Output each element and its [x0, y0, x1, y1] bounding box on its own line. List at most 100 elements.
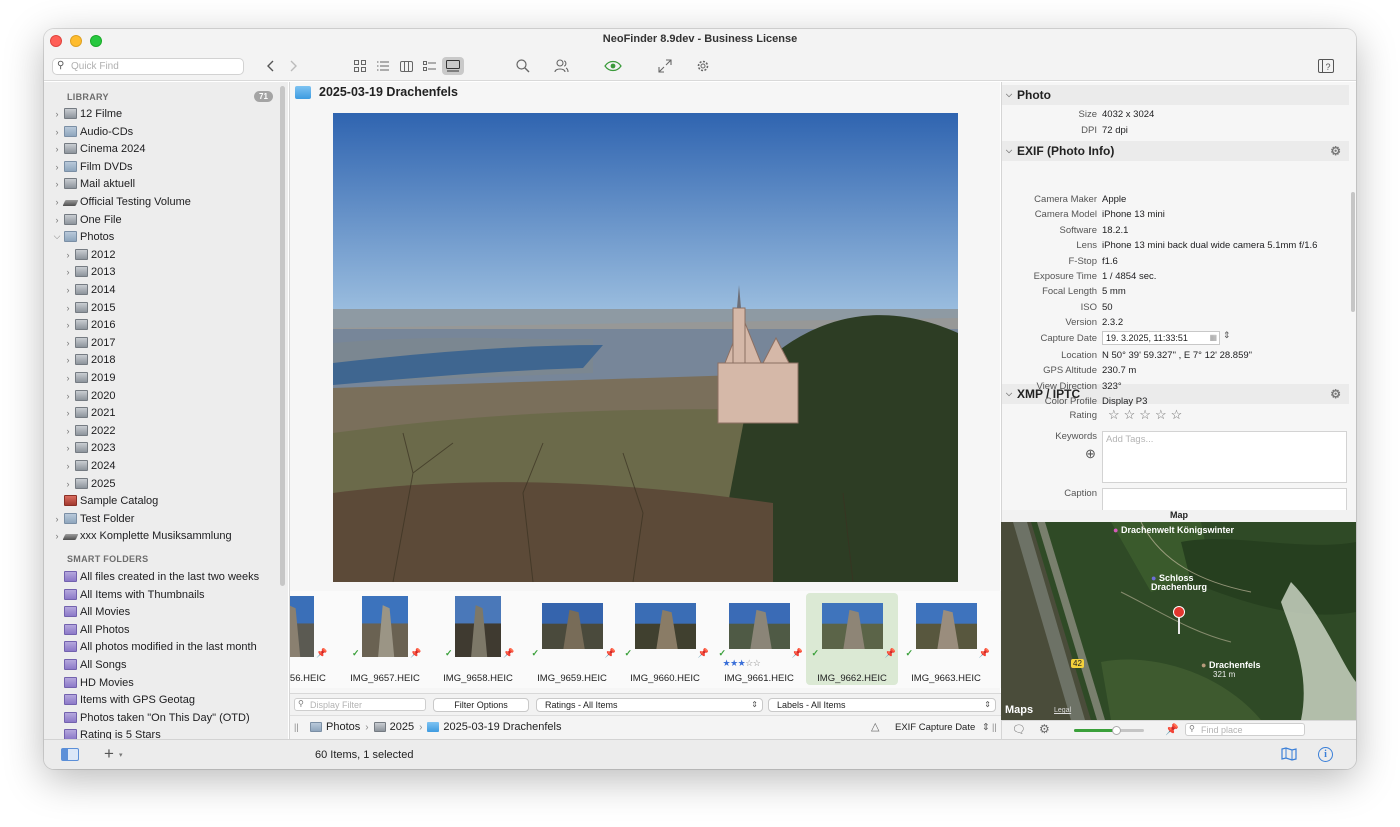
photo-preview[interactable]	[333, 113, 958, 582]
sidebar-item-year[interactable]: › 2024	[63, 457, 116, 474]
sidebar-item-library[interactable]: Sample Catalog	[52, 492, 158, 509]
preview-button[interactable]	[603, 57, 623, 75]
sidebar-item-year[interactable]: › 2022	[63, 422, 116, 439]
metadata-value[interactable]: 72 dpi	[1102, 125, 1128, 136]
sidebar-item-library[interactable]: › xxx Komplette Musiksammlung	[52, 527, 232, 544]
display-filter-field[interactable]: ⚲	[294, 698, 426, 711]
chevron-right-icon[interactable]: ›	[63, 303, 73, 313]
filter-options-button[interactable]: Filter Options	[433, 698, 529, 712]
thumbnail[interactable]: ✓ 📌 IMG_9658.HEIC	[432, 593, 524, 685]
sidebar-item-smart-folder[interactable]: Rating is 5 Stars	[52, 726, 161, 739]
thumbnail-strip[interactable]: ✓ 📌 IMG_9656.HEIC ✓ 📌 IMG_9657.HEIC ✓ 📌 IMG_9658…	[290, 591, 1001, 688]
sidebar-item-year[interactable]: › 2025	[63, 475, 116, 492]
thumbnail[interactable]: ✓ 📌 IMG_9662.HEIC	[806, 593, 898, 685]
metadata-value[interactable]: 1 / 4854 sec.	[1102, 271, 1156, 282]
sidebar-item-year[interactable]: › 2012	[63, 246, 116, 263]
sidebar-item-smart-folder[interactable]: All Items with Thumbnails	[52, 586, 205, 603]
quick-find-input[interactable]	[71, 60, 239, 73]
sidebar-item-year[interactable]: › 2021	[63, 404, 116, 421]
sidebar-item-library[interactable]: › Official Testing Volume	[52, 193, 191, 210]
labels-filter-popup[interactable]: Labels - All Items ⇕	[768, 698, 996, 712]
display-filter-input[interactable]	[310, 699, 420, 710]
sidebar-item-library[interactable]: › Cinema 2024	[52, 140, 146, 157]
exif-section-header[interactable]: ⌵ EXIF (Photo Info) ⚙	[1002, 141, 1349, 161]
chevron-right-icon[interactable]: ›	[63, 479, 73, 489]
sort-popup[interactable]: EXIF Capture Date ⇕	[895, 722, 990, 733]
sidebar-item-year[interactable]: › 2023	[63, 439, 116, 456]
sidebar-item-smart-folder[interactable]: All photos modified in the last month	[52, 638, 257, 655]
chevron-right-icon[interactable]: ›	[63, 250, 73, 260]
sidebar-item-year[interactable]: › 2020	[63, 387, 116, 404]
chevron-right-icon[interactable]: ›	[63, 355, 73, 365]
map-poi-drachenfels[interactable]: ● Drachenfels	[1201, 660, 1260, 670]
metadata-value[interactable]: 4032 x 3024	[1102, 109, 1154, 120]
fullscreen-button[interactable]	[657, 57, 673, 75]
grid-view-button[interactable]	[350, 57, 370, 75]
sidebar-item-library[interactable]: › One File	[52, 211, 122, 228]
sidebar-item-smart-folder[interactable]: Photos taken "On This Day" (OTD)	[52, 709, 250, 726]
sidebar-item-year[interactable]: › 2015	[63, 299, 116, 316]
find-place-field[interactable]: ⚲	[1185, 723, 1311, 736]
chevron-right-icon[interactable]: ›	[63, 267, 73, 277]
metadata-value[interactable]: 5 mm	[1102, 286, 1126, 297]
breadcrumb-item-current[interactable]: 2025-03-19 Drachenfels	[443, 721, 561, 733]
resize-handle-icon[interactable]: ||	[294, 722, 299, 732]
sidebar-item-smart-folder[interactable]: All Movies	[52, 603, 130, 620]
chevron-right-icon[interactable]: ›	[63, 373, 73, 383]
sidebar-item-library[interactable]: › 12 Filme	[52, 105, 123, 122]
thumbnail[interactable]: ✓ 📌 IMG_9659.HEIC	[526, 593, 618, 685]
quick-find-field[interactable]: ⚲	[52, 58, 244, 75]
metadata-value[interactable]: Display P3	[1102, 396, 1147, 407]
metadata-value[interactable]: iPhone 13 mini back dual wide camera 5.1…	[1102, 240, 1317, 251]
keywords-field[interactable]	[1102, 431, 1347, 483]
info-icon[interactable]: i	[1318, 747, 1333, 762]
gear-icon[interactable]: ⚙	[1330, 141, 1341, 161]
breadcrumb-item-photos[interactable]: Photos	[326, 721, 360, 733]
sidebar-item-smart-folder[interactable]: All files created in the last two weeks	[52, 568, 259, 585]
map-poi-drachenwelt[interactable]: ● Drachenwelt Königswinter	[1113, 526, 1234, 535]
list-view-button[interactable]	[373, 57, 393, 75]
sidebar-item-year[interactable]: › 2016	[63, 316, 116, 333]
add-keyword-icon[interactable]: ⊕	[1085, 446, 1096, 462]
calendar-icon[interactable]: ▦	[1209, 332, 1217, 344]
sidebar-item-library[interactable]: › Audio-CDs	[52, 123, 134, 140]
speech-bubble-icon[interactable]: 🗨	[1012, 723, 1026, 736]
chevron-right-icon[interactable]: ›	[52, 162, 62, 172]
sidebar-item-smart-folder[interactable]: All Photos	[52, 621, 130, 638]
sidebar-item-library[interactable]: › Mail aktuell	[52, 175, 136, 192]
metadata-value[interactable]: 50	[1102, 302, 1113, 313]
capture-date-field[interactable]: 19. 3.2025, 11:33:51 ▦	[1102, 331, 1220, 345]
sidebar-item-smart-folder[interactable]: All Songs	[52, 656, 126, 673]
zoom-slider[interactable]	[1074, 726, 1144, 735]
sidebar-item-year[interactable]: › 2014	[63, 281, 116, 298]
sidebar-item-year[interactable]: › 2019	[63, 369, 116, 386]
chevron-right-icon[interactable]: ›	[63, 338, 73, 348]
thumbnail[interactable]: ✓ 📌 IMG_9657.HEIC	[339, 593, 431, 685]
gallery-view-button[interactable]	[442, 57, 464, 75]
keywords-input[interactable]	[1106, 434, 1336, 445]
chevron-right-icon[interactable]: ›	[52, 179, 62, 189]
chevron-right-icon[interactable]: ›	[63, 443, 73, 453]
photo-section-header[interactable]: ⌵ Photo	[1002, 85, 1349, 105]
chevron-right-icon[interactable]: ›	[63, 320, 73, 330]
breadcrumb-item-2025[interactable]: 2025	[390, 721, 414, 733]
settings-button[interactable]	[695, 57, 711, 75]
sidebar-item-year[interactable]: › 2018	[63, 351, 116, 368]
thumbnail[interactable]: ✓📌IMG_9656.HEIC	[290, 593, 337, 685]
sidebar-item-year[interactable]: › 2017	[63, 334, 116, 351]
ratings-filter-popup[interactable]: Ratings - All Items ⇕	[536, 698, 763, 712]
pin-icon[interactable]: 📌	[1165, 723, 1179, 736]
chevron-right-icon[interactable]: ›	[52, 514, 62, 524]
people-button[interactable]	[553, 57, 569, 75]
search-button[interactable]	[515, 57, 531, 75]
legal-link[interactable]: Legal	[1054, 707, 1071, 714]
sidebar-toggle-icon[interactable]	[61, 748, 79, 761]
inspector-toggle-button[interactable]: ?	[1317, 57, 1335, 75]
location-pin-icon[interactable]	[1173, 606, 1185, 618]
chevron-right-icon[interactable]: ›	[52, 215, 62, 225]
metadata-value[interactable]: 323°	[1102, 381, 1122, 392]
sidebar-scrollbar[interactable]	[280, 86, 285, 586]
map-poi-schloss[interactable]: ● Schloss Drachenburg	[1151, 574, 1231, 592]
add-icon[interactable]: +	[104, 744, 114, 764]
inspector-scrollbar[interactable]	[1351, 192, 1355, 312]
